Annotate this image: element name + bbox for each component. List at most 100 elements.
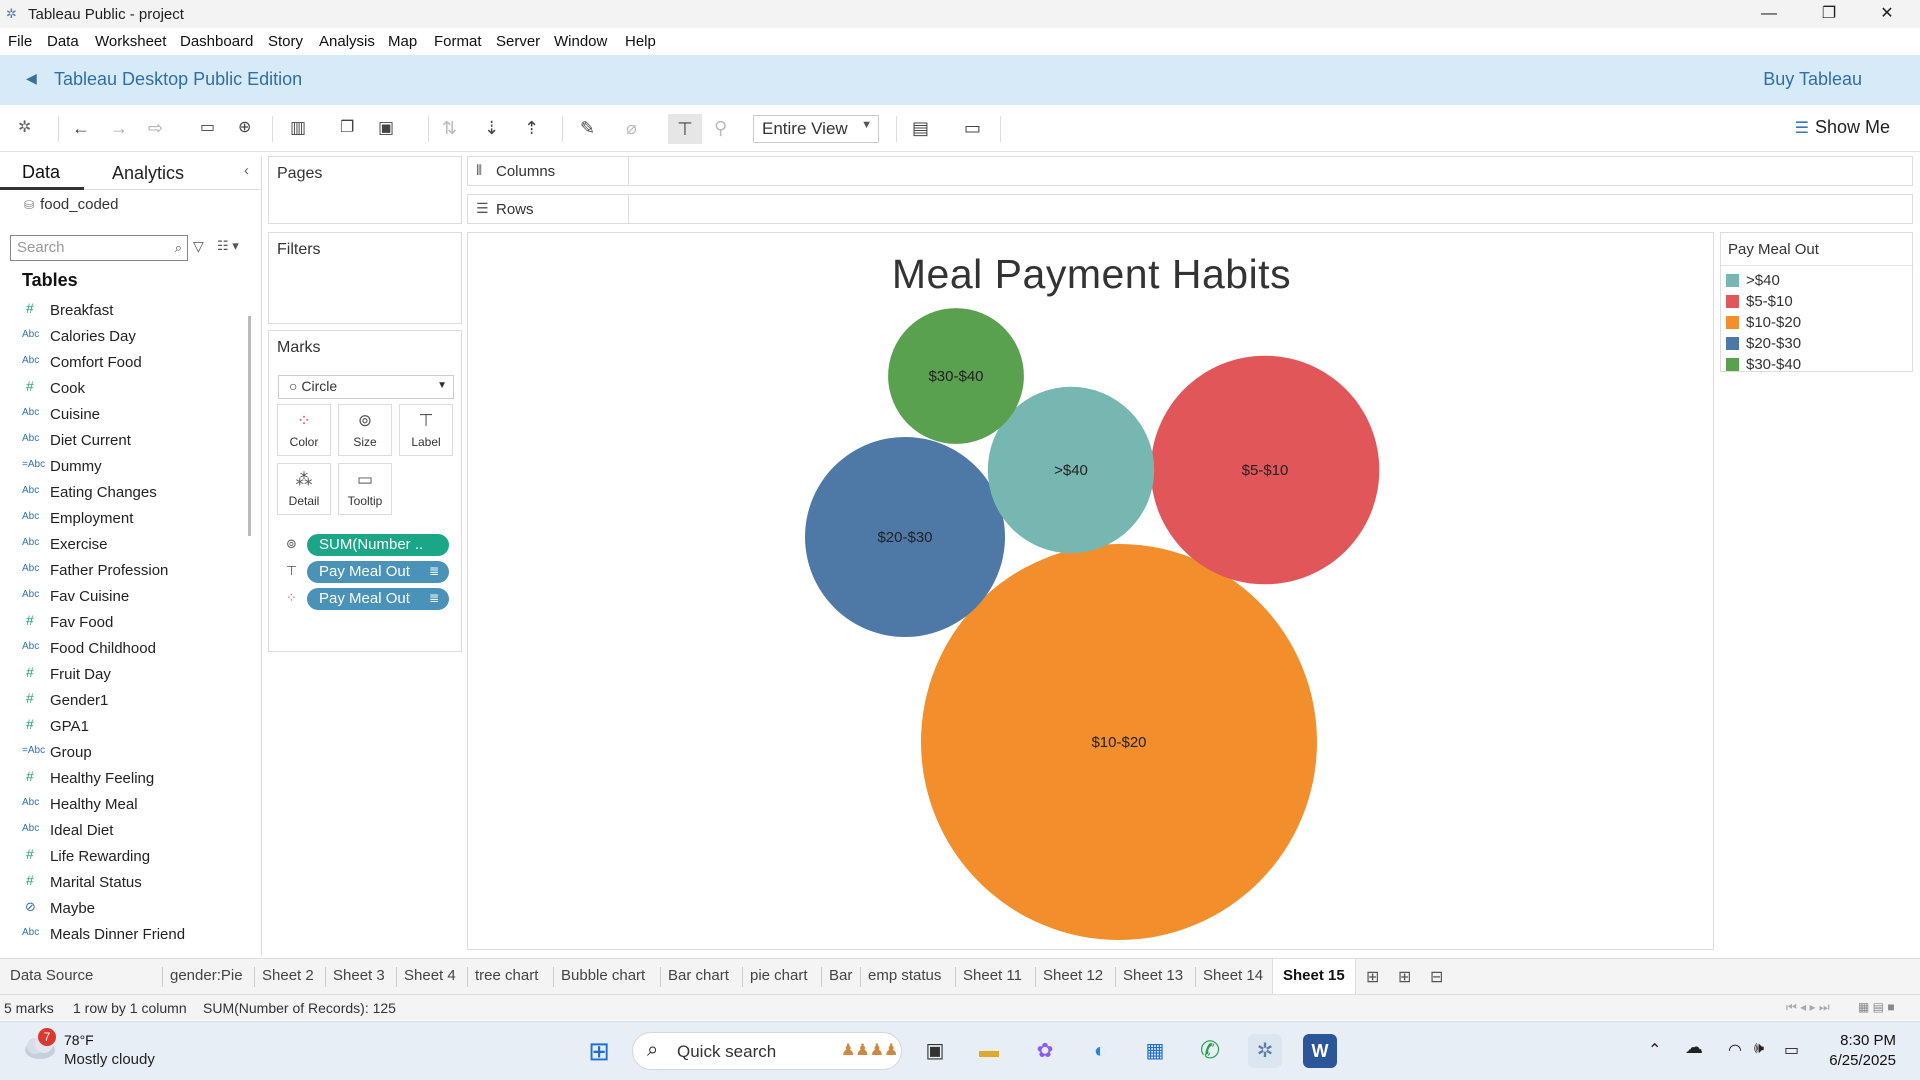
- tableau-taskbar-icon[interactable]: ✲: [1248, 1034, 1282, 1068]
- menu-worksheet[interactable]: Worksheet: [95, 33, 166, 50]
- restore-button[interactable]: ❐: [1806, 2, 1852, 26]
- sheet-tab[interactable]: Sheet 11: [963, 967, 1022, 984]
- mark-type-dropdown[interactable]: ○ Circle ▼: [278, 375, 454, 399]
- rows-shelf[interactable]: ☰ Rows: [467, 194, 1913, 224]
- menu-format[interactable]: Format: [434, 33, 482, 50]
- sheet-sorter-icon[interactable]: ▦ ▤ ■: [1858, 1000, 1895, 1014]
- onedrive-icon[interactable]: ☁: [1685, 1037, 1703, 1058]
- pages-shelf[interactable]: Pages: [268, 156, 462, 224]
- datasource-item[interactable]: ⛁ food_coded: [24, 196, 118, 213]
- field-item[interactable]: Abc Food Childhood: [0, 637, 248, 663]
- store-icon[interactable]: ▦: [1138, 1034, 1172, 1068]
- field-item[interactable]: =Abc Dummy: [0, 455, 248, 481]
- sort-ascending-icon[interactable]: ⇣: [484, 116, 499, 140]
- field-item[interactable]: # GPA1: [0, 715, 248, 741]
- field-item[interactable]: Abc Fav Cuisine: [0, 585, 248, 611]
- view-options-icon[interactable]: ☷ ▾: [217, 238, 239, 254]
- edge-icon[interactable]: ◐: [1083, 1034, 1117, 1068]
- taskbar-search[interactable]: ⌕ Quick search ♟♟♟♟: [632, 1032, 902, 1070]
- clock-date[interactable]: 6/25/2025: [1829, 1052, 1896, 1069]
- size-pill[interactable]: SUM(Number ..: [307, 534, 449, 556]
- clock-time[interactable]: 8:30 PM: [1840, 1032, 1896, 1049]
- columns-shelf[interactable]: ⦀ Columns: [467, 156, 1913, 186]
- tooltip-button[interactable]: ▭ Tooltip: [338, 463, 392, 515]
- menu-story[interactable]: Story: [268, 33, 303, 50]
- field-item[interactable]: Abc Calories Day: [0, 325, 248, 351]
- field-item[interactable]: Abc Comfort Food: [0, 351, 248, 377]
- word-icon[interactable]: W: [1303, 1034, 1337, 1068]
- buy-tableau-link[interactable]: Buy Tableau: [1763, 69, 1862, 90]
- detail-button[interactable]: ⁂ Detail: [277, 463, 331, 515]
- color-button[interactable]: ⁘ Color: [277, 404, 331, 456]
- field-item[interactable]: # Gender1: [0, 689, 248, 715]
- field-item[interactable]: Abc Meals Dinner Friend: [0, 923, 248, 949]
- menu-analysis[interactable]: Analysis: [319, 33, 375, 50]
- sheet-tab[interactable]: gender:Pie: [170, 967, 243, 984]
- field-item[interactable]: Abc Ideal Diet: [0, 819, 248, 845]
- filter-icon[interactable]: ▽: [193, 238, 204, 255]
- swap-icon[interactable]: ⇅: [442, 116, 457, 140]
- field-item[interactable]: ⊘ Maybe: [0, 897, 248, 923]
- field-item[interactable]: # Fruit Day: [0, 663, 248, 689]
- sheet-tab[interactable]: Sheet 4: [404, 967, 456, 984]
- battery-icon[interactable]: ▭: [1784, 1040, 1799, 1060]
- sheet-tab[interactable]: pie chart: [750, 967, 808, 984]
- menu-map[interactable]: Map: [388, 33, 417, 50]
- sheet-tab[interactable]: Sheet 13: [1123, 967, 1183, 984]
- menu-file[interactable]: File: [8, 33, 32, 50]
- field-item[interactable]: # Marital Status: [0, 871, 248, 897]
- redo-icon[interactable]: →: [110, 116, 128, 140]
- new-worksheet-icon[interactable]: ▥: [290, 116, 306, 140]
- field-item[interactable]: # Cook: [0, 377, 248, 403]
- color-pill[interactable]: Pay Meal Out ≣: [307, 588, 449, 610]
- close-button[interactable]: ✕: [1864, 2, 1910, 26]
- field-item[interactable]: Abc Healthy Meal: [0, 793, 248, 819]
- worksheet-view[interactable]: Meal Payment Habits $10-$20 $5-$10 $20-$30…: [467, 232, 1714, 950]
- new-datasource-icon[interactable]: ⊕: [238, 116, 251, 140]
- tableau-home-icon[interactable]: ✲: [18, 116, 31, 140]
- sheet-tab[interactable]: Sheet 15: [1272, 959, 1356, 995]
- field-item[interactable]: Abc Cuisine: [0, 403, 248, 429]
- field-item[interactable]: # Life Rewarding: [0, 845, 248, 871]
- new-dashboard-icon[interactable]: ⊞: [1398, 967, 1411, 987]
- wifi-icon[interactable]: ◠: [1728, 1040, 1742, 1060]
- field-item[interactable]: Abc Exercise: [0, 533, 248, 559]
- fix-axes-icon[interactable]: ⚲: [714, 116, 727, 140]
- search-input[interactable]: Search ⌕: [10, 235, 188, 261]
- chevron-up-icon[interactable]: ⌃: [1648, 1040, 1661, 1060]
- clear-sheet-icon[interactable]: ▣: [378, 116, 394, 140]
- menu-data[interactable]: Data: [47, 33, 79, 50]
- field-item[interactable]: =Abc Group: [0, 741, 248, 767]
- new-worksheet-icon[interactable]: ⊞: [1366, 967, 1379, 987]
- sheet-tab[interactable]: Bar chart: [668, 967, 729, 984]
- duplicate-sheet-icon[interactable]: ❐: [340, 116, 354, 140]
- field-item[interactable]: Abc Eating Changes: [0, 481, 248, 507]
- volume-icon[interactable]: 🕪: [1754, 1040, 1764, 1058]
- sheet-tab[interactable]: Sheet 12: [1043, 967, 1103, 984]
- file-explorer-icon[interactable]: ▬: [972, 1034, 1006, 1068]
- field-item[interactable]: Abc Father Profession: [0, 559, 248, 585]
- sort-descending-icon[interactable]: ⇡: [524, 116, 539, 140]
- minimize-button[interactable]: —: [1746, 2, 1792, 26]
- menu-window[interactable]: Window: [554, 33, 607, 50]
- nav-sheets-icon[interactable]: ⏮ ◂ ▸ ⏭: [1786, 1000, 1830, 1015]
- new-story-icon[interactable]: ⊟: [1430, 967, 1443, 987]
- collapse-pane-icon[interactable]: ‹: [244, 162, 249, 179]
- show-me-button[interactable]: ☰ Show Me: [1795, 117, 1890, 138]
- fit-dropdown[interactable]: Entire View ▼: [753, 115, 879, 143]
- task-view-icon[interactable]: ▣: [918, 1034, 952, 1068]
- sheet-tab[interactable]: emp status: [868, 967, 941, 984]
- show-labels-icon[interactable]: ⊤: [668, 114, 702, 144]
- field-item[interactable]: # Healthy Feeling: [0, 767, 248, 793]
- tab-data-source[interactable]: Data Source: [10, 967, 93, 984]
- size-button[interactable]: ⊚ Size: [338, 404, 392, 456]
- sheet-tab[interactable]: tree chart: [475, 967, 538, 984]
- label-pill[interactable]: Pay Meal Out ≣: [307, 561, 449, 583]
- field-item[interactable]: # Fav Food: [0, 611, 248, 637]
- windows-start-icon[interactable]: ⊞: [582, 1034, 616, 1068]
- sheet-tab[interactable]: Sheet 2: [262, 967, 314, 984]
- label-button[interactable]: ⊤ Label: [399, 404, 453, 456]
- highlight-icon[interactable]: ✎: [580, 116, 595, 140]
- save-icon[interactable]: ▭: [200, 116, 215, 140]
- field-item[interactable]: # Breakfast: [0, 299, 248, 325]
